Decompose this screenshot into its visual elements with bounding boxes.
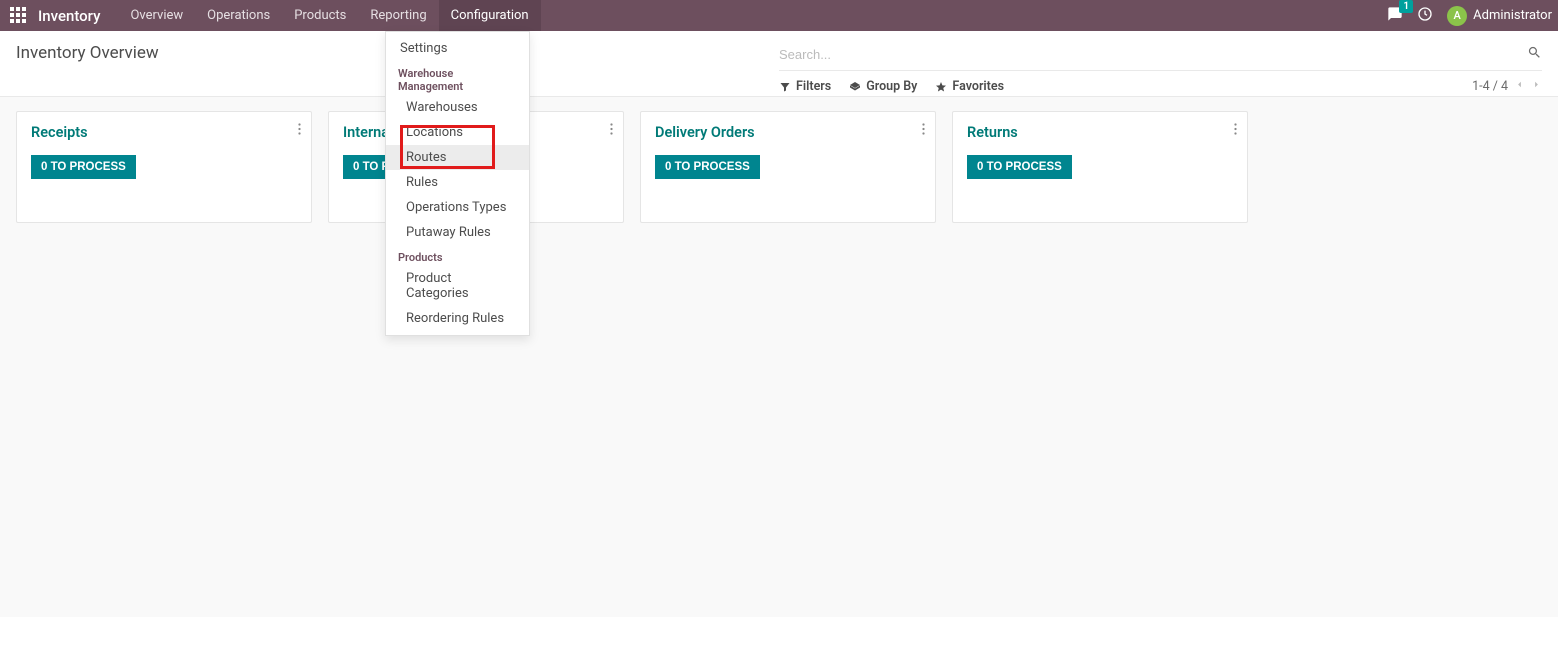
kanban: Receipts 0 TO PROCESS Interna 0 TO PR De… (0, 97, 1558, 617)
star-icon (935, 81, 947, 93)
configuration-dropdown: Settings Warehouse Management Warehouses… (385, 31, 530, 336)
nav-operations[interactable]: Operations (195, 0, 282, 31)
chat-badge: 1 (1399, 0, 1413, 13)
card-delivery: Delivery Orders 0 TO PROCESS (640, 111, 936, 223)
card-menu-icon[interactable] (298, 122, 301, 139)
groupby-button[interactable]: Group By (849, 79, 917, 94)
nav-products[interactable]: Products (282, 0, 358, 31)
control-panel: Inventory Overview Filters Group By Favo… (0, 31, 1558, 97)
top-navbar: Inventory Overview Operations Products R… (0, 0, 1558, 31)
card-returns: Returns 0 TO PROCESS (952, 111, 1248, 223)
layers-icon (849, 81, 861, 93)
user-name: Administrator (1473, 8, 1552, 23)
dd-reordering[interactable]: Reordering Rules (386, 306, 529, 331)
dd-product-categories[interactable]: Product Categories (386, 266, 529, 306)
nav-configuration[interactable]: Configuration (439, 0, 541, 31)
avatar: A (1447, 6, 1467, 26)
search-row (779, 43, 1542, 71)
nav-menu: Overview Operations Products Reporting C… (118, 0, 540, 31)
dd-header-products: Products (386, 245, 529, 266)
search-input[interactable] (779, 43, 1527, 66)
filter-icon (779, 81, 791, 93)
search-icon[interactable] (1527, 45, 1542, 64)
filter-row: Filters Group By Favorites 1-4 / 4 (779, 71, 1542, 94)
nav-reporting[interactable]: Reporting (358, 0, 438, 31)
dd-rules[interactable]: Rules (386, 170, 529, 195)
process-button[interactable]: 0 TO PROCESS (967, 155, 1072, 179)
navbar-right: 1 A Administrator (1387, 6, 1558, 26)
user-menu[interactable]: A Administrator (1447, 6, 1552, 26)
dd-header-wm: Warehouse Management (386, 61, 529, 95)
process-button[interactable]: 0 TO PROCESS (655, 155, 760, 179)
dd-warehouses[interactable]: Warehouses (386, 95, 529, 120)
dd-routes[interactable]: Routes (386, 145, 529, 170)
pager-next[interactable] (1531, 79, 1542, 94)
card-menu-icon[interactable] (922, 122, 925, 139)
chevron-right-icon (1531, 79, 1542, 90)
dd-settings[interactable]: Settings (386, 36, 529, 61)
card-menu-icon[interactable] (1234, 122, 1237, 139)
nav-overview[interactable]: Overview (118, 0, 195, 31)
apps-icon[interactable] (10, 7, 28, 25)
process-button[interactable]: 0 TO PROCESS (31, 155, 136, 179)
cp-right: Filters Group By Favorites 1-4 / 4 (779, 43, 1542, 94)
card-title[interactable]: Returns (967, 124, 1233, 141)
card-receipts: Receipts 0 TO PROCESS (16, 111, 312, 223)
brand-title[interactable]: Inventory (38, 7, 100, 25)
card-title[interactable]: Delivery Orders (655, 124, 921, 141)
chat-icon[interactable]: 1 (1387, 6, 1403, 26)
filters-button[interactable]: Filters (779, 79, 831, 94)
pager-text: 1-4 / 4 (1472, 79, 1508, 94)
clock-icon[interactable] (1417, 6, 1433, 26)
favorites-button[interactable]: Favorites (935, 79, 1004, 94)
card-title[interactable]: Receipts (31, 124, 297, 141)
dd-locations[interactable]: Locations (386, 120, 529, 145)
card-menu-icon[interactable] (610, 122, 613, 139)
pager-prev[interactable] (1514, 79, 1525, 94)
pager: 1-4 / 4 (1472, 79, 1542, 94)
chevron-left-icon (1514, 79, 1525, 90)
dd-ops-types[interactable]: Operations Types (386, 195, 529, 220)
dd-putaway[interactable]: Putaway Rules (386, 220, 529, 245)
